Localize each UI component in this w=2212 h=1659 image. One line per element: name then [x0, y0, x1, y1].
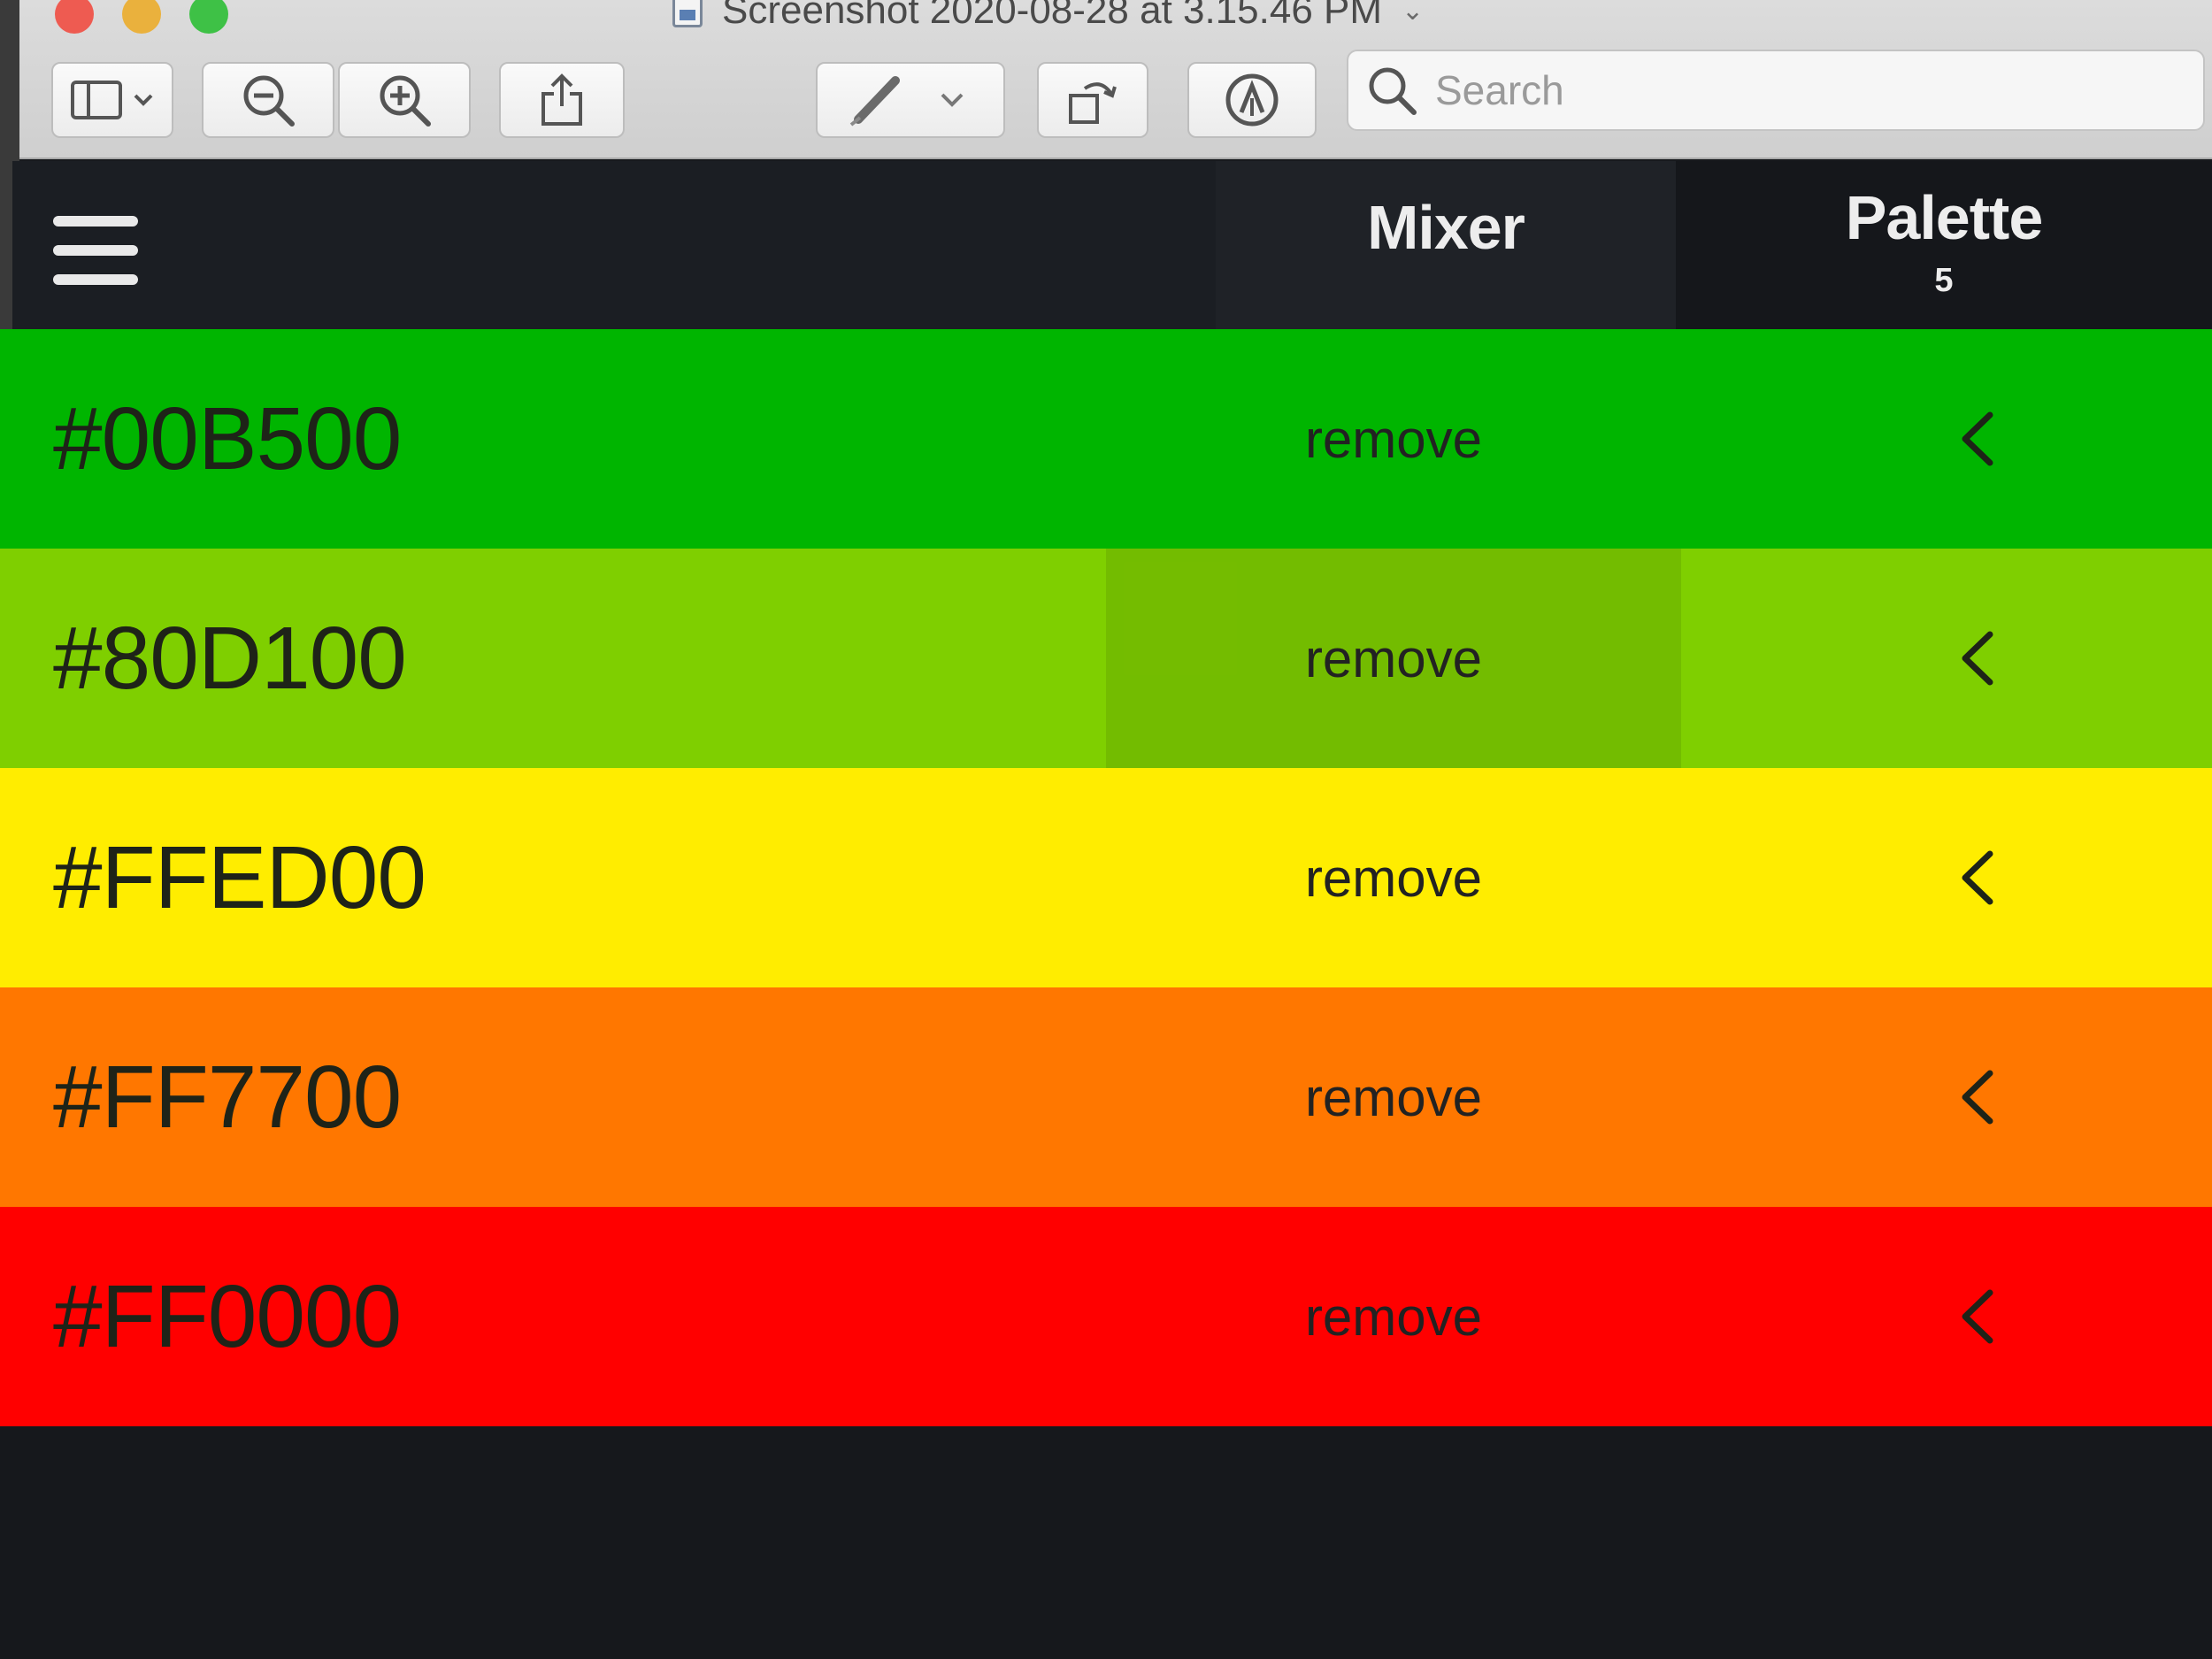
swatch-row[interactable]: #FFED00 remove: [0, 768, 2212, 987]
swatch-hex-label: #80D100: [53, 608, 407, 708]
hamburger-icon[interactable]: [53, 216, 138, 285]
document-icon: [672, 0, 703, 27]
sidebar-icon: [71, 81, 122, 119]
swatch-row[interactable]: #00B500 remove: [0, 329, 2212, 549]
sidebar-toggle-button[interactable]: [51, 62, 173, 138]
swatch-row[interactable]: #FF7700 remove: [0, 987, 2212, 1207]
share-icon: [541, 73, 582, 126]
zoom-out-button[interactable]: [202, 62, 334, 138]
share-button[interactable]: [499, 62, 625, 138]
swatch-row[interactable]: #80D100 remove: [0, 549, 2212, 768]
markup-circle-icon: [1225, 73, 1279, 127]
swatch-expand-button[interactable]: [1929, 1207, 2026, 1426]
chevron-down-icon: ⌄: [1402, 0, 1425, 26]
chevron-down-icon: [134, 94, 153, 106]
zoom-in-icon: [380, 75, 431, 127]
tab-mixer[interactable]: Mixer: [1216, 161, 1676, 329]
swatch-expand-button[interactable]: [1929, 329, 2026, 549]
search-field[interactable]: [1347, 50, 2205, 131]
minimize-window-button[interactable]: [122, 0, 161, 34]
remove-swatch-button[interactable]: remove: [1106, 1207, 1681, 1426]
chevron-left-icon: [1962, 411, 1993, 466]
window-title-group[interactable]: Screenshot 2020-08-28 at 3.15.46 PM ⌄: [672, 0, 1424, 34]
chevron-left-icon: [1962, 1289, 1993, 1344]
tab-mixer-label: Mixer: [1367, 193, 1525, 262]
swatch-hex-label: #FF0000: [53, 1266, 402, 1366]
app-header: Mixer Palette 5: [12, 161, 2212, 329]
remove-swatch-button[interactable]: remove: [1106, 768, 1681, 987]
remove-swatch-button[interactable]: remove: [1106, 329, 1681, 549]
swatch-row[interactable]: #FF0000 remove: [0, 1207, 2212, 1426]
chevron-left-icon: [1962, 1070, 1993, 1125]
remove-swatch-button[interactable]: remove: [1106, 549, 1681, 768]
markup-pen-button[interactable]: [816, 62, 1005, 138]
search-icon: [1369, 67, 1417, 115]
swatch-hex-label: #FF7700: [53, 1047, 402, 1147]
palette-swatch-list: #00B500 remove #80D100 remove #FFED00 re…: [0, 329, 2212, 1426]
empty-palette-area: [0, 1426, 2212, 1659]
tab-palette-label: Palette: [1845, 182, 2044, 252]
close-window-button[interactable]: [55, 0, 94, 34]
rotate-icon: [1069, 82, 1117, 124]
zoom-window-button[interactable]: [189, 0, 228, 34]
swatch-hex-label: #FFED00: [53, 827, 426, 927]
chevron-left-icon: [1962, 631, 1993, 686]
rotate-button[interactable]: [1037, 62, 1148, 138]
zoom-out-icon: [243, 75, 295, 127]
chevron-left-icon: [1962, 850, 1993, 905]
palette-count-badge: 5: [1934, 261, 1954, 299]
swatch-expand-button[interactable]: [1929, 549, 2026, 768]
tab-palette[interactable]: Palette 5: [1676, 161, 2212, 329]
zoom-in-button[interactable]: [338, 62, 471, 138]
pen-icon: [849, 76, 900, 127]
window-title: Screenshot 2020-08-28 at 3.15.46 PM: [722, 0, 1383, 32]
search-input[interactable]: [1433, 65, 2194, 115]
swatch-expand-button[interactable]: [1929, 987, 2026, 1207]
window-titlebar: Screenshot 2020-08-28 at 3.15.46 PM ⌄: [0, 0, 2212, 159]
chevron-down-icon[interactable]: [940, 92, 964, 108]
remove-swatch-button[interactable]: remove: [1106, 987, 1681, 1207]
swatch-hex-label: #00B500: [53, 388, 402, 488]
annotate-button[interactable]: [1187, 62, 1317, 138]
swatch-expand-button[interactable]: [1929, 768, 2026, 987]
